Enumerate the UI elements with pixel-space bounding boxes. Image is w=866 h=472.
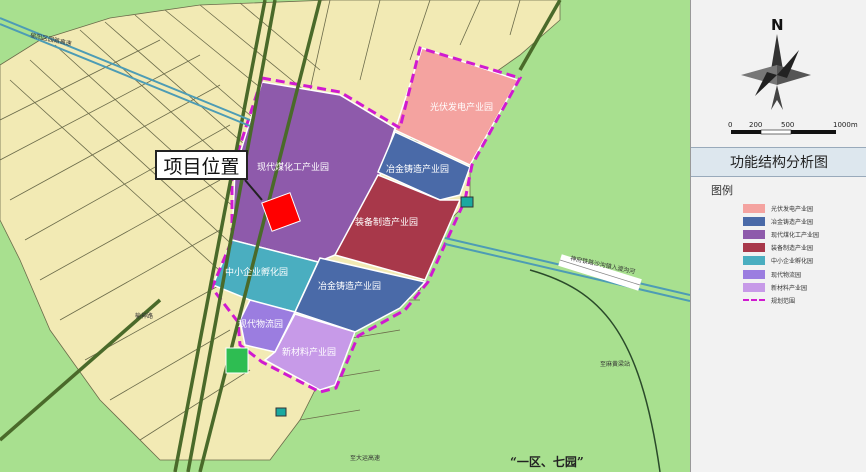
- scale-label-200: 200: [749, 121, 762, 129]
- legend-item: 现代煤化工产业园: [743, 228, 819, 240]
- panel-title: 功能结构分析图: [691, 147, 866, 177]
- legend-panel: N 0 200 500 1000m 功能结构分析图 图例 光伏发电产业园 冶金铸造…: [690, 0, 866, 472]
- label-casting: 冶金铸造产业园: [318, 280, 381, 292]
- scale-seg-1: [731, 130, 761, 134]
- legend-item: 光伏发电产业园: [743, 202, 813, 214]
- legend-label: 现代煤化工产业园: [771, 231, 820, 239]
- legend-swatch: [743, 216, 765, 226]
- legend-swatch: [743, 282, 765, 292]
- bridge-marker: [460, 196, 474, 208]
- scale-label-0: 0: [728, 121, 732, 129]
- road-label-west: 榆神路: [135, 312, 153, 320]
- legend-title: 图例: [711, 184, 733, 197]
- label-coal: 现代煤化工产业园: [257, 161, 329, 173]
- legend-item: 新材料产业园: [743, 281, 807, 293]
- legend-item: 冶金铸造产业园: [743, 215, 813, 227]
- legend-item: 规划范围: [743, 294, 795, 306]
- legend-swatch: [743, 243, 765, 253]
- north-label: N: [771, 16, 784, 34]
- legend-label: 新材料产业园: [771, 284, 808, 292]
- legend-label: 规划范围: [771, 297, 796, 305]
- label-sme: 中小企业孵化园: [225, 266, 288, 278]
- legend-swatch: [743, 256, 765, 266]
- legend-dash-symbol: [743, 299, 765, 302]
- scale-label-1000: 1000m: [833, 121, 858, 129]
- scale-seg-3: [791, 130, 836, 134]
- legend: 图例 光伏发电产业园 冶金铸造产业园 现代煤化工产业园 装备制造产业园 中小企业孵化园现…: [691, 176, 866, 472]
- label-metallurgy: 冶金铸造产业园: [386, 163, 449, 175]
- legend-swatch: [743, 203, 765, 213]
- green-patch: [225, 347, 249, 374]
- compass-area: N 0 200 500 1000m: [691, 0, 866, 145]
- site-map: 光伏发电产业园 冶金铸造产业园 现代煤化工产业园 装备制造产业园 中小企业孵化园…: [0, 0, 690, 472]
- compass-rose: N 0 200 500 1000m: [728, 16, 858, 135]
- legend-item: 中小企业孵化园: [743, 255, 813, 267]
- legend-item: 现代物流园: [743, 268, 801, 280]
- label-logistics: 现代物流园: [238, 318, 283, 330]
- legend-label: 光伏发电产业园: [771, 205, 814, 213]
- scale-seg-2: [760, 129, 792, 135]
- legend-label: 装备制造产业园: [771, 245, 814, 253]
- south-arrow: [771, 85, 783, 110]
- slogan: “一区、七园”: [510, 455, 584, 469]
- legend-swatch: [743, 229, 765, 239]
- legend-swatch: [743, 269, 765, 279]
- legend-item: 装备制造产业园: [743, 242, 813, 254]
- legend-label: 冶金铸造产业园: [771, 218, 814, 226]
- scale-label-500: 500: [781, 121, 794, 129]
- map-figure: 光伏发电产业园 冶金铸造产业园 现代煤化工产业园 装备制造产业园 中小企业孵化园…: [0, 0, 866, 472]
- north-arrow: [771, 34, 783, 70]
- project-callout: 项目位置: [155, 150, 248, 180]
- legend-label: 现代物流园: [771, 271, 802, 279]
- legend-label: 中小企业孵化园: [771, 258, 814, 266]
- south-marker: [275, 407, 287, 417]
- label-equipment: 装备制造产业园: [355, 216, 418, 228]
- road-label-station: 至麻黄梁站: [600, 360, 630, 368]
- label-pv: 光伏发电产业园: [430, 101, 493, 113]
- road-label-south: 至大运高速: [350, 454, 380, 462]
- label-materials: 新材料产业园: [282, 346, 336, 358]
